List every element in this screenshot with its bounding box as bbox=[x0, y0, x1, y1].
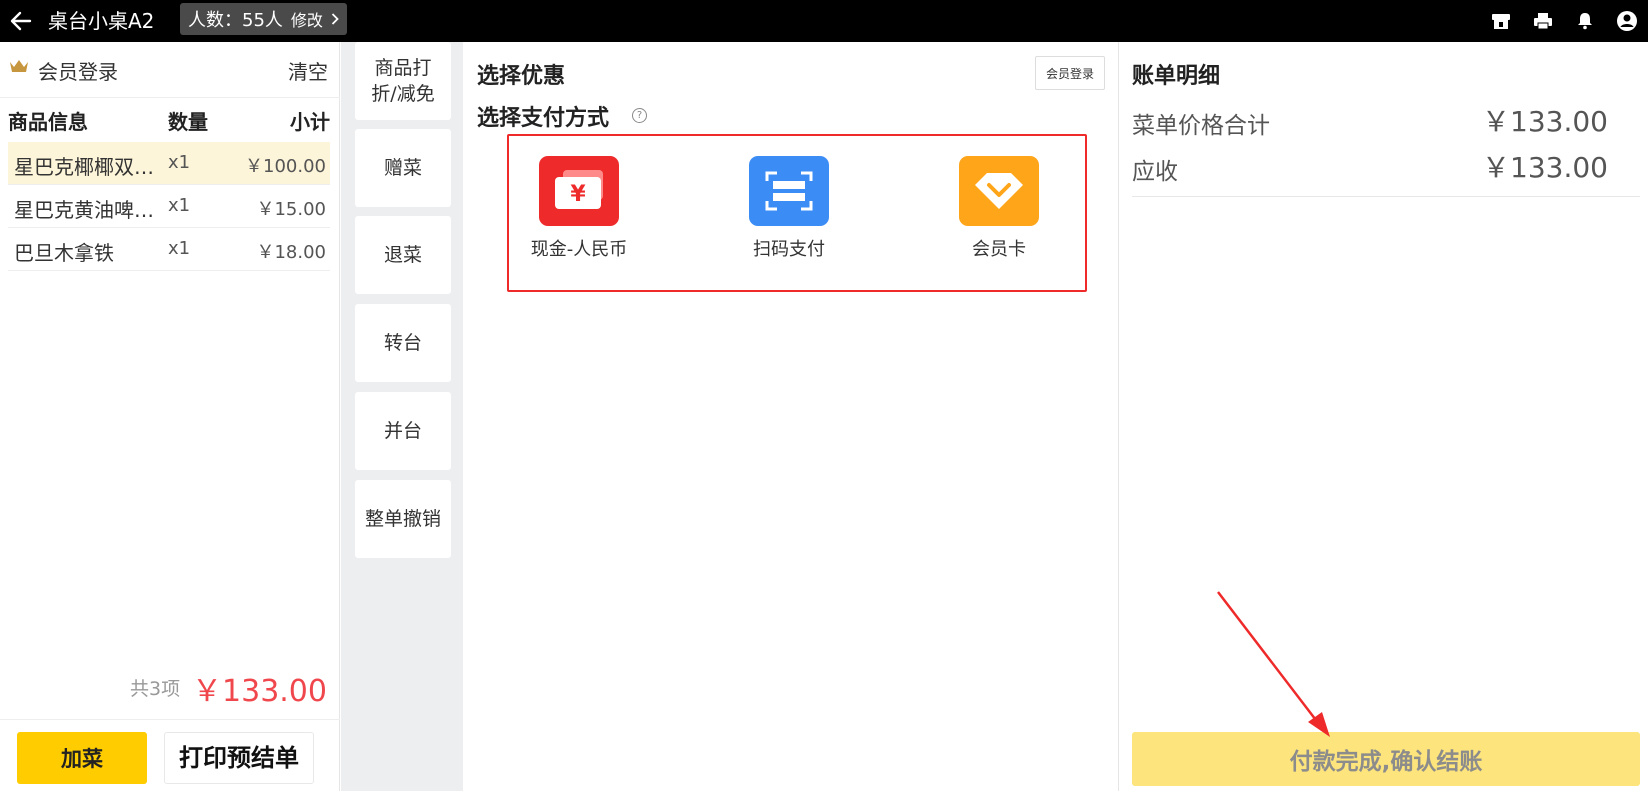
bill-row-value: ￥133.00 bbox=[1482, 151, 1608, 184]
total-amount: ￥133.00 bbox=[192, 674, 327, 709]
add-dish-button[interactable]: 加菜 bbox=[17, 732, 147, 784]
printer-icon[interactable] bbox=[1522, 0, 1564, 42]
bill-title: 账单明细 bbox=[1132, 64, 1221, 89]
top-icons bbox=[1480, 0, 1648, 42]
member-card-icon bbox=[959, 156, 1039, 226]
bill-panel: 账单明细 菜单价格合计 ￥133.00 应收 ￥133.00 付款完成,确认结账 bbox=[1120, 42, 1648, 791]
payment-label: 现金-人民币 bbox=[530, 239, 628, 260]
divider bbox=[1132, 196, 1640, 197]
header-quantity: 数量 bbox=[168, 110, 208, 134]
back-arrow-icon[interactable] bbox=[6, 6, 36, 36]
table-title: 桌台小桌A2 bbox=[48, 9, 155, 33]
transfer-table-button[interactable]: 转台 bbox=[355, 304, 451, 382]
scan-icon bbox=[749, 156, 829, 226]
item-qty: x1 bbox=[168, 152, 191, 173]
payment-member-card[interactable]: 会员卡 bbox=[929, 156, 1069, 261]
item-price: ￥100.00 bbox=[245, 156, 326, 177]
bill-row-menu-total: 菜单价格合计 ￥133.00 bbox=[1132, 100, 1640, 140]
member-row: 会员登录 清空 bbox=[0, 42, 340, 98]
item-name: 巴旦木拿铁 bbox=[14, 241, 114, 265]
print-prebill-button[interactable]: 打印预结单 bbox=[164, 732, 314, 784]
member-login-link[interactable]: 会员登录 bbox=[38, 56, 118, 85]
order-items-list: 星巴克椰椰双… x1 ￥100.00 星巴克黄油啤… x1 ￥15.00 巴旦木… bbox=[8, 142, 330, 271]
payment-scan[interactable]: 扫码支付 bbox=[719, 156, 859, 261]
item-price: ￥15.00 bbox=[256, 199, 326, 220]
order-footer: 加菜 打印预结单 bbox=[0, 719, 340, 791]
top-bar: 桌台小桌A2 人数：55人 修改 bbox=[0, 0, 1648, 42]
edit-people-link[interactable]: 修改 bbox=[291, 7, 323, 31]
order-item-row[interactable]: 星巴克椰椰双… x1 ￥100.00 bbox=[8, 142, 330, 185]
people-count: 人数：55人 bbox=[188, 10, 283, 31]
people-count-pill[interactable]: 人数：55人 修改 bbox=[180, 3, 347, 35]
bill-row-value: ￥133.00 bbox=[1482, 105, 1608, 138]
payment-methods-highlight: ¥ 现金-人民币 扫码支付 会员卡 bbox=[507, 134, 1087, 292]
return-dish-button[interactable]: 退菜 bbox=[355, 216, 451, 294]
order-panel: 会员登录 清空 商品信息 数量 小计 星巴克椰椰双… x1 ￥100.00 星巴… bbox=[0, 42, 340, 791]
item-qty: x1 bbox=[168, 195, 191, 216]
chevron-right-icon bbox=[331, 13, 339, 25]
item-name: 星巴克黄油啤… bbox=[14, 198, 154, 222]
item-price: ￥18.00 bbox=[256, 242, 326, 263]
payment-label: 会员卡 bbox=[972, 239, 1026, 260]
confirm-payment-button[interactable]: 付款完成,确认结账 bbox=[1132, 732, 1640, 786]
discount-button[interactable]: 商品打折/减免 bbox=[355, 42, 451, 120]
order-item-row[interactable]: 巴旦木拿铁 x1 ￥18.00 bbox=[8, 228, 330, 271]
action-column: 商品打折/减免 赠菜 退菜 转台 并台 整单撤销 bbox=[341, 42, 463, 791]
select-payment-heading: 选择支付方式 bbox=[477, 106, 610, 131]
merge-table-button[interactable]: 并台 bbox=[355, 392, 451, 470]
total-item-count: 共3项 bbox=[130, 678, 181, 700]
payment-cash[interactable]: ¥ 现金-人民币 bbox=[509, 156, 649, 261]
crown-icon bbox=[10, 60, 28, 72]
cancel-order-button[interactable]: 整单撤销 bbox=[355, 480, 451, 558]
clear-button[interactable]: 清空 bbox=[288, 56, 328, 85]
bill-row-label: 应收 bbox=[1132, 159, 1178, 185]
bill-row-receivable: 应收 ￥133.00 bbox=[1132, 146, 1640, 186]
svg-text:¥: ¥ bbox=[570, 182, 586, 207]
bell-icon[interactable] bbox=[1564, 0, 1606, 42]
gift-dish-button[interactable]: 赠菜 bbox=[355, 129, 451, 207]
cash-icon: ¥ bbox=[539, 156, 619, 226]
payment-area: 选择优惠 会员登录 选择支付方式 ? ¥ 现金-人民币 扫码支付 会员卡 bbox=[463, 42, 1119, 791]
order-item-row[interactable]: 星巴克黄油啤… x1 ￥15.00 bbox=[8, 185, 330, 228]
item-name: 星巴克椰椰双… bbox=[14, 155, 154, 179]
item-qty: x1 bbox=[168, 238, 191, 259]
cash-drawer-icon[interactable] bbox=[1480, 0, 1522, 42]
header-subtotal: 小计 bbox=[290, 110, 330, 134]
items-header: 商品信息 数量 小计 bbox=[8, 106, 330, 138]
help-icon[interactable]: ? bbox=[632, 108, 647, 123]
member-login-button[interactable]: 会员登录 bbox=[1035, 56, 1105, 90]
header-product-info: 商品信息 bbox=[8, 110, 88, 134]
bill-row-label: 菜单价格合计 bbox=[1132, 113, 1270, 139]
select-discount-heading: 选择优惠 bbox=[477, 64, 566, 89]
payment-label: 扫码支付 bbox=[753, 239, 825, 260]
user-avatar-icon[interactable] bbox=[1606, 0, 1648, 42]
